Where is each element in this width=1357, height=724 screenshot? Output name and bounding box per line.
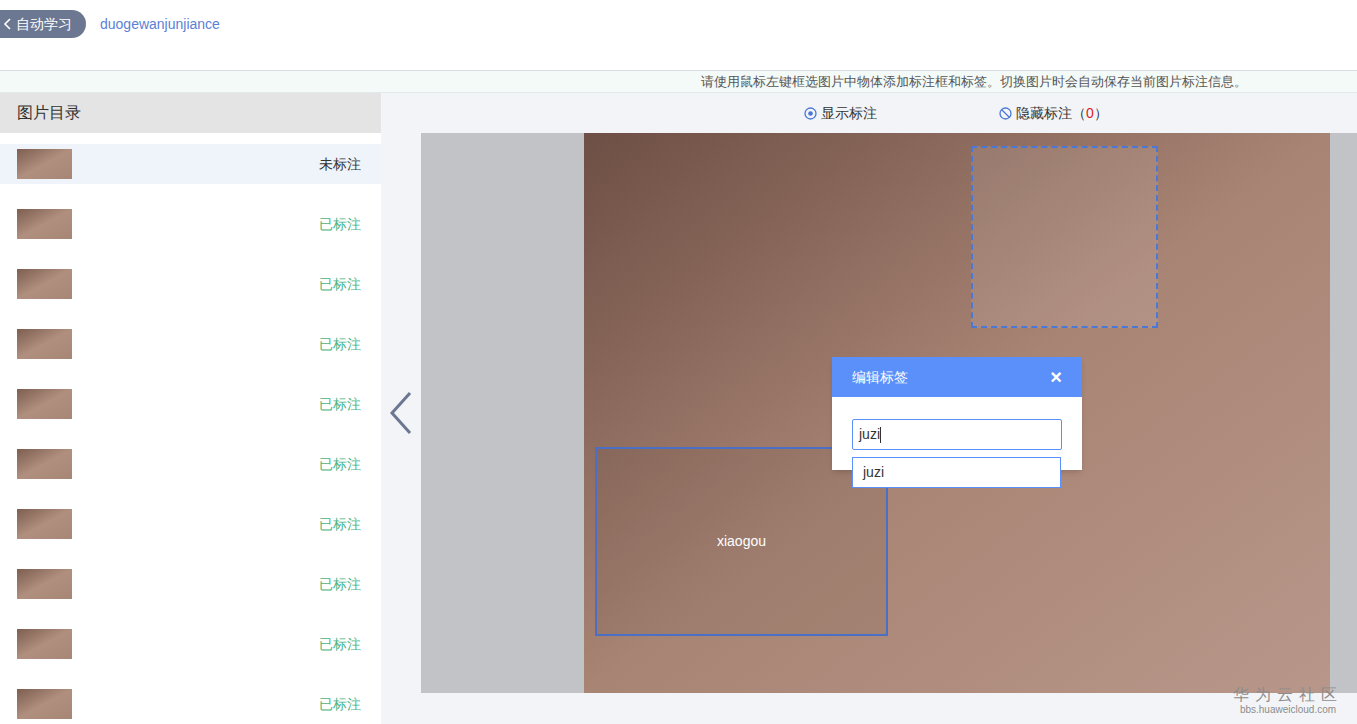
image-thumbnail: [17, 389, 72, 419]
image-list-item[interactable]: 已标注: [0, 264, 381, 304]
annotation-box[interactable]: xiaogou: [595, 447, 888, 636]
image-thumbnail: [17, 209, 72, 239]
annotation-status: 已标注: [319, 694, 361, 715]
project-name[interactable]: duogewanjunjiance: [100, 14, 220, 35]
suggestion-item[interactable]: juzi: [853, 458, 1060, 487]
image-list-item[interactable]: 已标注: [0, 624, 381, 664]
image-thumbnail: [17, 569, 72, 599]
image-thumbnail: [17, 149, 72, 179]
workspace: 显示标注 隐藏标注（0） xiaogou 编辑标签 × juzi juzi: [381, 93, 1357, 724]
canvas: xiaogou 编辑标签 × juzi juzi: [421, 133, 1357, 693]
image-thumbnail: [17, 329, 72, 359]
annotation-status: 已标注: [319, 394, 361, 415]
annotation-box[interactable]: [971, 146, 1158, 328]
annotation-status: 已标注: [319, 214, 361, 235]
radio-dot-icon: [804, 107, 817, 120]
sidebar-title: 图片目录: [0, 93, 381, 133]
chevron-left-icon: [388, 390, 414, 436]
eye-slash-icon: [999, 107, 1012, 120]
image-list-item[interactable]: 已标注: [0, 384, 381, 424]
image-thumbnail: [17, 509, 72, 539]
sidebar: 图片目录未标注已标注已标注已标注已标注已标注已标注已标注已标注已标注: [0, 93, 381, 724]
annotation-status: 已标注: [319, 634, 361, 655]
label-input[interactable]: juzi: [852, 419, 1062, 450]
image-list-item[interactable]: 已标注: [0, 564, 381, 604]
annotation-status: 未标注: [319, 154, 361, 175]
annotation-page: 自动学习 duogewanjunjiance 请使用鼠标左键框选图片中物体添加标注框…: [0, 0, 1357, 724]
image-canvas[interactable]: xiaogou 编辑标签 × juzi juzi: [584, 133, 1330, 693]
annotation-status: 已标注: [319, 574, 361, 595]
watermark: 华为云社区bbs.huaweicloud.com: [1233, 686, 1343, 716]
previous-image-button[interactable]: [386, 388, 416, 438]
image-list-item[interactable]: 已标注: [0, 324, 381, 364]
image-list-item[interactable]: 已标注: [0, 504, 381, 544]
image-list-item[interactable]: 未标注: [0, 144, 381, 184]
chevron-left-icon: [2, 17, 14, 31]
annotation-label: xiaogou: [717, 531, 766, 552]
image-list-item[interactable]: 已标注: [0, 684, 381, 724]
back-button[interactable]: 自动学习: [0, 10, 86, 38]
image-list-item[interactable]: 已标注: [0, 444, 381, 484]
image-list-item[interactable]: 已标注: [0, 204, 381, 244]
top-bar: 自动学习 duogewanjunjiance: [0, 0, 1357, 71]
edit-label-dialog: 编辑标签×juzijuzi: [832, 357, 1082, 470]
close-button[interactable]: ×: [1050, 367, 1062, 387]
dialog-title: 编辑标签: [852, 367, 908, 388]
annotation-status: 已标注: [319, 514, 361, 535]
image-thumbnail: [17, 269, 72, 299]
image-thumbnail: [17, 449, 72, 479]
annotation-status: 已标注: [319, 334, 361, 355]
image-thumbnail: [17, 629, 72, 659]
hint-bar: 请使用鼠标左键框选图片中物体添加标注框和标签。切换图片时会自动保存当前图片标注信…: [0, 71, 1357, 93]
annotation-status: 已标注: [319, 274, 361, 295]
toolbar: 显示标注 隐藏标注（0）: [381, 93, 1357, 133]
suggestion-list: juzi: [852, 457, 1061, 488]
annotation-status: 已标注: [319, 454, 361, 475]
hidden-count: 0: [1086, 105, 1094, 121]
image-thumbnail: [17, 689, 72, 719]
hide-annotations-button[interactable]: 隐藏标注（0）: [999, 103, 1108, 124]
show-annotations-button[interactable]: 显示标注: [804, 103, 877, 124]
